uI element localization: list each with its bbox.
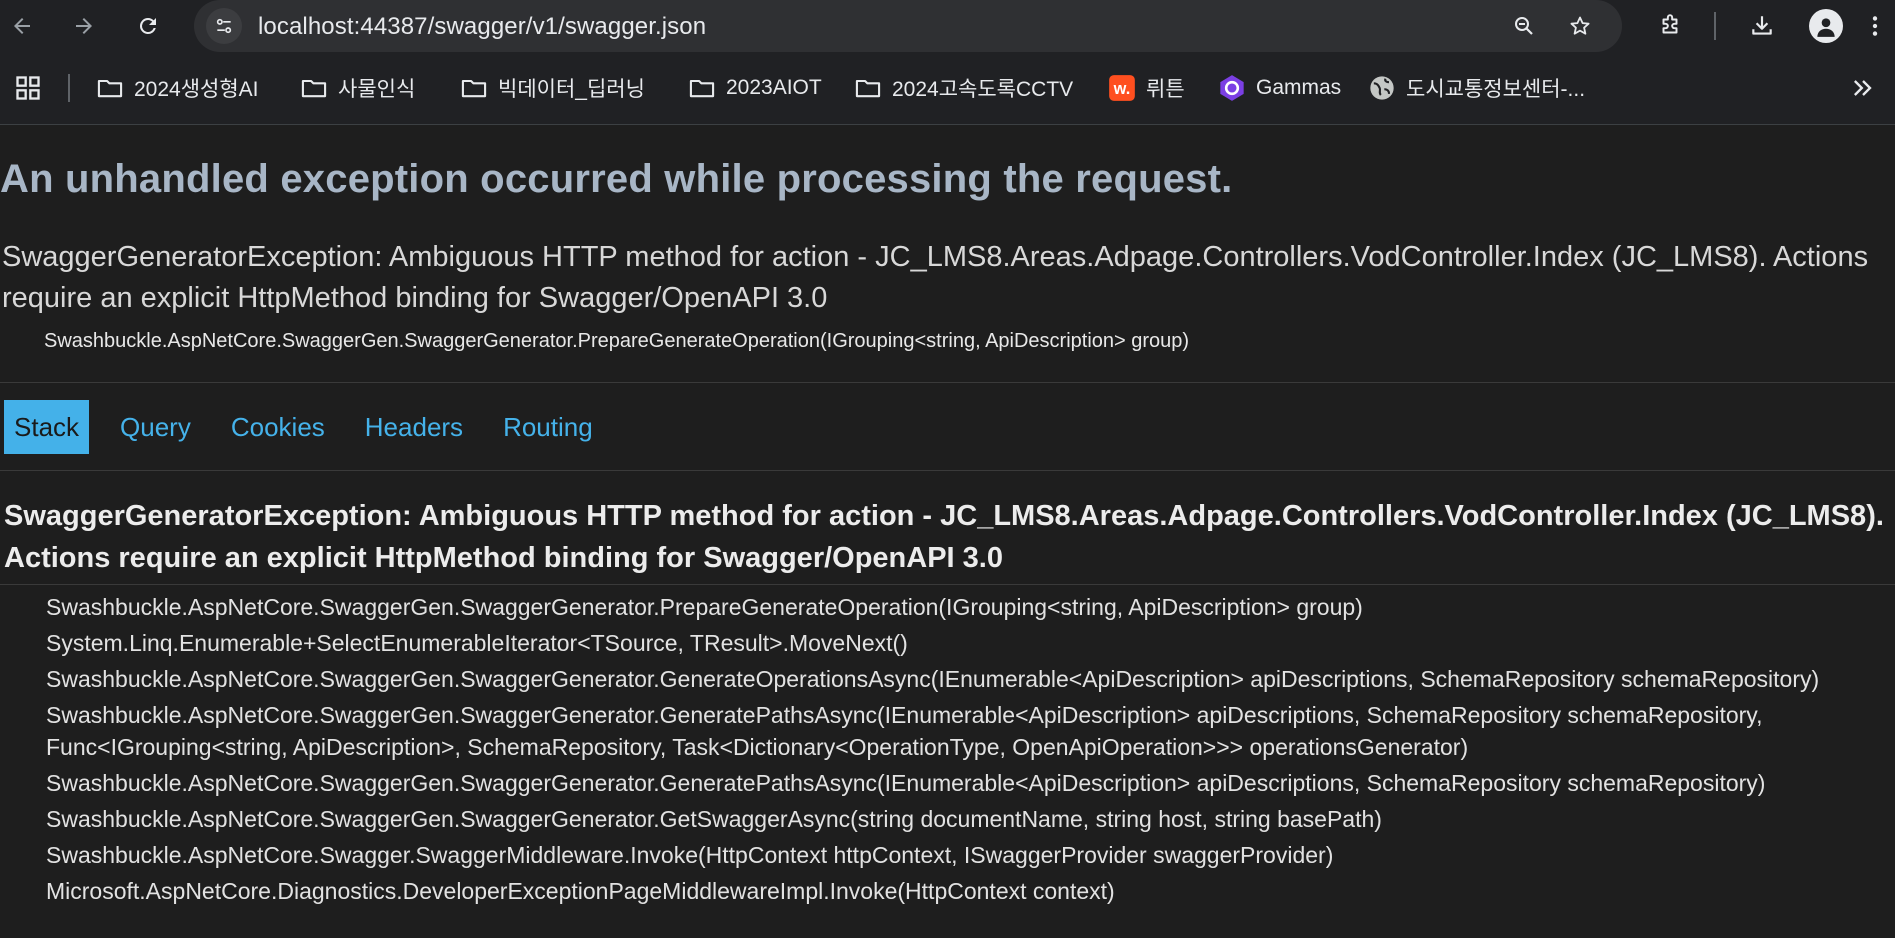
reload-button[interactable] [130, 8, 166, 44]
downloads-button[interactable] [1744, 8, 1780, 44]
bookmark-star-button[interactable] [1564, 10, 1596, 42]
bookmark-label: 사물인식 [338, 78, 416, 101]
stack-frame[interactable]: Microsoft.AspNetCore.Diagnostics.Develop… [46, 873, 1886, 909]
forward-button[interactable] [66, 8, 102, 44]
address-bar[interactable]: localhost:44387/swagger/v1/swagger.json [194, 0, 1622, 52]
arrow-left-icon [14, 18, 30, 34]
divider [0, 382, 1895, 383]
error-location: Swashbuckle.AspNetCore.SwaggerGen.Swagge… [44, 330, 1190, 352]
tab-routing[interactable]: Routing [494, 400, 602, 454]
tab-query[interactable]: Query [111, 400, 200, 454]
gamma-logo-icon [1220, 75, 1244, 101]
stack-frame[interactable]: Swashbuckle.AspNetCore.SwaggerGen.Swagge… [46, 697, 1886, 765]
avatar [1809, 9, 1843, 43]
bookmark-folder-2024ai[interactable]: 2024생성형AI [96, 70, 259, 106]
url-text[interactable]: localhost:44387/swagger/v1/swagger.json [258, 13, 706, 41]
folder-icon [301, 79, 327, 98]
bookmark-gammas[interactable]: Gammas [1218, 70, 1341, 106]
bookmark-folder-cctv[interactable]: 2024고속도록CCTV [854, 70, 1073, 106]
bookmark-label: 2023AIOT [726, 76, 822, 99]
toolbar-divider [1714, 12, 1716, 40]
bookmark-folder-bigdata[interactable]: 빅데이터_딥러닝 [460, 70, 645, 106]
menu-button[interactable] [1860, 8, 1890, 44]
bookmark-label: 뤼튼 [1146, 78, 1185, 101]
stack-frames: Swashbuckle.AspNetCore.SwaggerGen.Swagge… [46, 589, 1886, 909]
tune-icon [216, 18, 232, 34]
stack-frame[interactable]: Swashbuckle.AspNetCore.Swagger.SwaggerMi… [46, 837, 1886, 873]
zoom-button[interactable] [1508, 10, 1540, 42]
arrow-right-icon [76, 18, 92, 34]
person-icon [1817, 18, 1835, 37]
stack-frame[interactable]: Swashbuckle.AspNetCore.SwaggerGen.Swagge… [46, 765, 1886, 801]
site-info-button[interactable] [206, 8, 242, 44]
tab-headers[interactable]: Headers [356, 400, 472, 454]
svg-text:w.: w. [1113, 80, 1131, 98]
stack-frame[interactable]: Swashbuckle.AspNetCore.SwaggerGen.Swagge… [46, 661, 1886, 697]
stack-frame[interactable]: Swashbuckle.AspNetCore.SwaggerGen.Swagge… [46, 589, 1886, 625]
apps-grid-icon[interactable] [14, 74, 42, 102]
extensions-button[interactable] [1652, 8, 1688, 44]
divider [0, 470, 1895, 471]
stack-frame[interactable]: Swashbuckle.AspNetCore.SwaggerGen.Swagge… [46, 801, 1886, 837]
error-title: SwaggerGeneratorException: Ambiguous HTT… [2, 241, 1869, 314]
bookmark-label: 2024생성형AI [134, 78, 259, 101]
browser-toolbar: localhost:44387/swagger/v1/swagger.json [0, 0, 1895, 52]
bookmark-label: 빅데이터_딥러닝 [498, 78, 645, 101]
wrtn-logo-icon: w. [1109, 75, 1135, 101]
folder-icon [97, 79, 123, 98]
bookmark-traffic-center[interactable]: 도시교통정보센터-... [1368, 70, 1585, 106]
bookmark-label: 2024고속도록CCTV [892, 78, 1074, 101]
back-button[interactable] [4, 8, 40, 44]
kebab-menu-icon [1872, 16, 1878, 36]
puzzle-icon [1662, 14, 1678, 34]
globe-icon [1370, 76, 1394, 100]
folder-icon [689, 79, 715, 98]
chevron-double-right-icon[interactable] [1849, 74, 1877, 102]
bookmark-folder-object-detection[interactable]: 사물인식 [300, 70, 415, 106]
bookmarks-bar: 2024생성형AI 사물인식 빅데이터_딥러닝 2023AIOT 2024고속도… [0, 52, 1895, 125]
tab-stack[interactable]: Stack [4, 400, 90, 454]
bookmark-wrtn[interactable]: w. 뤼튼 [1108, 70, 1185, 106]
download-icon [1752, 16, 1772, 35]
star-icon [1570, 16, 1590, 35]
folder-icon [855, 79, 881, 98]
zoom-icon [1515, 17, 1533, 35]
bookmark-label: Gammas [1256, 76, 1342, 99]
page-heading: An unhandled exception occurred while pr… [0, 157, 1233, 201]
bookmarks-divider [68, 74, 70, 102]
profile-button[interactable] [1808, 8, 1844, 44]
tab-bar: Stack Query Cookies Headers Routing [4, 400, 624, 454]
stack-frame[interactable]: System.Linq.Enumerable+SelectEnumerableI… [46, 625, 1886, 661]
bookmark-folder-2023aiot[interactable]: 2023AIOT [688, 70, 822, 106]
bookmark-label: 도시교통정보센터-... [1406, 78, 1586, 101]
tab-cookies[interactable]: Cookies [222, 400, 334, 454]
exception-title: SwaggerGeneratorException: Ambiguous HTT… [4, 500, 1884, 574]
reload-icon [139, 17, 156, 34]
divider [0, 584, 1895, 585]
folder-icon [461, 79, 487, 98]
